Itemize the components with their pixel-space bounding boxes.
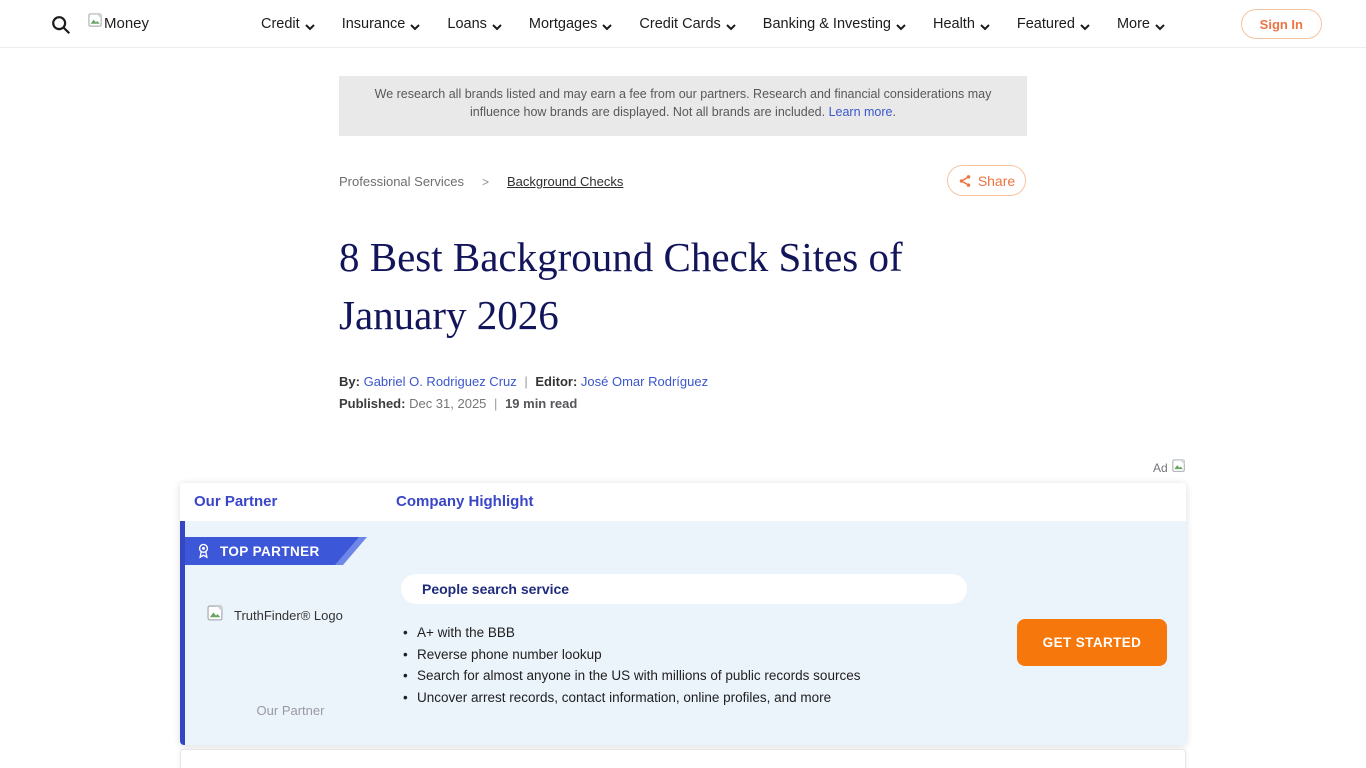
disclosure-text: We research all brands listed and may ea… [369, 85, 997, 121]
top-navbar: Money Credit Insurance Loans Mortgages C… [0, 0, 1366, 48]
nav-item-loans[interactable]: Loans [447, 16, 502, 32]
nav-item-more[interactable]: More [1117, 16, 1165, 32]
sign-in-button[interactable]: Sign In [1241, 9, 1322, 39]
broken-image-icon [88, 13, 103, 33]
broken-image-icon [207, 605, 224, 625]
chevron-down-icon [305, 19, 315, 29]
next-partner-card-stub [180, 749, 1186, 768]
byline: By: Gabriel O. Rodriguez Cruz | Editor: … [339, 374, 708, 389]
share-button[interactable]: Share [947, 165, 1026, 196]
highlight-bullet-list: A+ with the BBB Reverse phone number loo… [401, 622, 860, 708]
partner-card-header: Our Partner Company Highlight [180, 483, 1186, 521]
chevron-down-icon [1155, 19, 1165, 29]
highlight-pill: People search service [401, 574, 967, 604]
partner-logo-column: TruthFinder® Logo Our Partner [185, 521, 396, 745]
share-icon [958, 174, 972, 188]
money-logo[interactable]: Money [88, 13, 149, 33]
editor-link[interactable]: José Omar Rodríguez [581, 374, 708, 389]
published-line: Published: Dec 31, 2025 | 19 min read [339, 396, 577, 411]
partner-card-body: TOP PARTNER TruthFinder® Logo Our Partne… [180, 521, 1186, 745]
partner-logo[interactable]: TruthFinder® Logo [207, 605, 343, 625]
main-nav: Credit Insurance Loans Mortgages Credit … [261, 0, 1165, 48]
author-link[interactable]: Gabriel O. Rodriguez Cruz [364, 374, 517, 389]
partner-caption: Our Partner [185, 703, 396, 718]
chevron-down-icon [980, 19, 990, 29]
list-item: Search for almost anyone in the US with … [401, 665, 860, 687]
nav-item-insurance[interactable]: Insurance [342, 16, 421, 32]
breadcrumb-current[interactable]: Background Checks [507, 174, 623, 189]
broken-image-icon [1172, 459, 1186, 476]
ad-label: Ad [1153, 459, 1186, 476]
partner-logo-alt-text: TruthFinder® Logo [234, 608, 343, 623]
nav-item-credit[interactable]: Credit [261, 16, 315, 32]
top-partner-card: Our Partner Company Highlight TOP PARTNE… [180, 483, 1186, 745]
chevron-down-icon [896, 19, 906, 29]
nav-item-featured[interactable]: Featured [1017, 16, 1090, 32]
breadcrumb-separator-icon: > [482, 175, 489, 189]
list-item: Uncover arrest records, contact informat… [401, 687, 860, 709]
nav-item-banking-investing[interactable]: Banking & Investing [763, 16, 906, 32]
list-item: Reverse phone number lookup [401, 644, 860, 666]
learn-more-link[interactable]: Learn more [829, 105, 893, 119]
nav-item-health[interactable]: Health [933, 16, 990, 32]
page: Money Credit Insurance Loans Mortgages C… [0, 0, 1366, 768]
list-item: A+ with the BBB [401, 622, 860, 644]
chevron-down-icon [410, 19, 420, 29]
advertiser-disclosure: We research all brands listed and may ea… [339, 76, 1027, 136]
nav-item-mortgages[interactable]: Mortgages [529, 16, 613, 32]
nav-item-credit-cards[interactable]: Credit Cards [639, 16, 735, 32]
chevron-down-icon [726, 19, 736, 29]
breadcrumb: Professional Services > Background Check… [339, 174, 623, 189]
chevron-down-icon [492, 19, 502, 29]
company-highlight-header: Company Highlight [396, 493, 534, 510]
logo-alt-text: Money [104, 15, 149, 32]
our-partner-header: Our Partner [194, 493, 277, 510]
get-started-button[interactable]: GET STARTED [1017, 619, 1167, 666]
breadcrumb-parent[interactable]: Professional Services [339, 174, 464, 189]
chevron-down-icon [1080, 19, 1090, 29]
chevron-down-icon [602, 19, 612, 29]
page-title: 8 Best Background Check Sites of January… [339, 228, 1059, 344]
search-icon[interactable] [50, 14, 72, 36]
